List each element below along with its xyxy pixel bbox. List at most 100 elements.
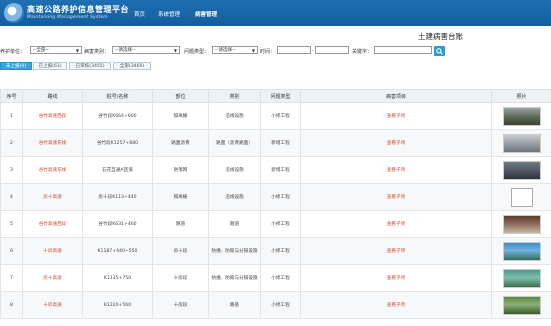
search-button[interactable] [434,46,445,56]
cell-no: 1 [0,102,23,130]
cell-no: 3 [0,156,23,184]
cell-photo [491,237,551,265]
issue-select-value: --请选择-- [215,48,236,53]
view-subitem-link[interactable]: 查看子项 [300,264,492,292]
view-subitem-link[interactable]: 查看子项 [300,237,492,265]
cell-stake: K1220+560 [82,291,153,319]
cell-stake: 谷竹段K631+460 [82,210,153,238]
col-header-item: 病害项目 [300,89,492,103]
cell-category: 路基 [208,291,261,319]
photo-thumbnail[interactable] [502,106,541,126]
chevron-down-icon: ▼ [173,48,177,53]
page-title: 土建病害台账 [418,32,463,41]
cell-issue: 小修工程 [260,264,301,292]
cell-stake: 谷竹段K1257+880 [82,129,153,157]
disease-table: 序号 路线 桩号/名称 部位 类别 问题类型 病害项目 照片 1 谷竹高速西段 … [0,89,551,319]
nav-system[interactable]: 系统管理 [155,8,183,20]
cell-stake: 谷竹段K664+600 [82,102,153,130]
org-select-value: --全部-- [33,48,49,53]
view-subitem-link[interactable]: 查看子项 [300,102,492,130]
keyword-input[interactable] [374,46,432,54]
cell-part: 隔离栅 [152,102,209,130]
org-select[interactable]: --全部-- ▼ [30,46,82,54]
cell-photo [491,102,551,130]
cell-issue: 新增工程 [260,129,301,157]
table-row: 3 谷竹高速东线 石花互通A匝道 防落网 沿线设施 新增工程 查看子项 [0,156,551,184]
view-subitem-link[interactable]: 查看子项 [300,291,492,319]
cell-stake: 石花互通A匝道 [82,156,153,184]
table-header-row: 序号 路线 桩号/名称 部位 类别 问题类型 病害项目 照片 [0,89,551,103]
keyword-label: 关键字： [352,49,373,55]
table-row: 8 十房高速 K1220+560 十房段 路基 小修工程 查看子项 [0,291,551,319]
col-header-stake: 桩号/名称 [82,89,153,103]
org-label: 养护单位： [0,49,26,55]
tab-reported[interactable]: 已上报(61) [33,62,67,70]
col-header-route: 路线 [22,89,83,103]
cell-part: 隧道 [152,210,209,238]
cell-category: 沿线设施 [208,156,261,184]
table-row: 4 房十高速 房十段K113+440 隔离栅 沿线设施 小修工程 查看子项 [0,183,551,211]
cell-stake: K1187+440~550 [82,237,153,265]
col-header-category: 类别 [208,89,261,103]
cell-stake: 房十段K113+440 [82,183,153,211]
cell-no: 7 [0,264,23,292]
system-subtitle: Maintaining Management System [27,15,108,20]
logo-icon [4,3,24,23]
view-subitem-link[interactable]: 查看子项 [300,156,492,184]
photo-thumbnail[interactable] [502,133,541,153]
cell-photo [491,264,551,292]
cell-issue: 小修工程 [260,102,301,130]
cell-no: 2 [0,129,23,157]
cell-category: 沿线设施 [208,183,261,211]
cell-route: 谷竹高速东线 [22,156,83,184]
view-subitem-link[interactable]: 查看子项 [300,210,492,238]
cell-part: 十房段 [152,264,209,292]
tab-all[interactable]: 全部(3460) [113,62,151,70]
table-row: 1 谷竹高速西段 谷竹段K664+600 隔离栅 沿线设施 小修工程 查看子项 [0,102,551,130]
cell-route: 谷竹高速西段 [22,102,83,130]
cell-route: 十房高速 [22,237,83,265]
cell-part: 房十段 [152,237,209,265]
photo-thumbnail[interactable] [502,160,541,180]
cell-category: 防撞、防眩与分隔设施 [208,264,261,292]
photo-thumbnail[interactable] [502,295,541,315]
cell-part: 路面沥青 [152,129,209,157]
cell-photo [491,183,551,211]
cell-issue: 小修工程 [260,210,301,238]
photo-thumbnail[interactable] [502,268,541,288]
cell-no: 5 [0,210,23,238]
type-select[interactable]: --请选择-- ▼ [112,46,180,54]
search-icon [436,47,443,55]
cell-no: 8 [0,291,23,319]
end-date-input[interactable] [315,46,349,54]
issue-select[interactable]: --请选择-- ▼ [212,46,258,54]
broken-image-icon[interactable] [510,187,533,207]
nav-home[interactable]: 首页 [131,8,148,20]
col-header-issue: 问题类型 [260,89,301,103]
cell-photo [491,210,551,238]
cell-issue: 小修工程 [260,183,301,211]
time-label: 时间： [260,49,276,55]
photo-thumbnail[interactable] [502,214,541,234]
col-header-part: 部位 [152,89,209,103]
cell-no: 4 [0,183,23,211]
col-header-no: 序号 [0,89,23,103]
chevron-down-icon: ▼ [75,48,79,53]
photo-thumbnail[interactable] [502,241,541,261]
start-date-input[interactable] [277,46,311,54]
table-row: 5 谷竹高速西段 谷竹段K631+460 隧道 隧道 小修工程 查看子项 [0,210,551,238]
tab-approved[interactable]: 已审核(3455) [69,62,111,70]
cell-part: 隔离栅 [152,183,209,211]
cell-route: 十房高速 [22,291,83,319]
cell-no: 6 [0,237,23,265]
nav-disease[interactable]: 病害管理 [192,8,220,20]
type-select-value: --请选择-- [115,48,136,53]
view-subitem-link[interactable]: 查看子项 [300,129,492,157]
cell-photo [491,291,551,319]
cell-issue: 小修工程 [260,291,301,319]
view-subitem-link[interactable]: 查看子项 [300,183,492,211]
tab-unreported[interactable]: 未上报(0) [0,62,32,70]
cell-part: 防落网 [152,156,209,184]
system-title: 高速公路养护信息管理平台 [27,5,129,14]
cell-photo [491,129,551,157]
